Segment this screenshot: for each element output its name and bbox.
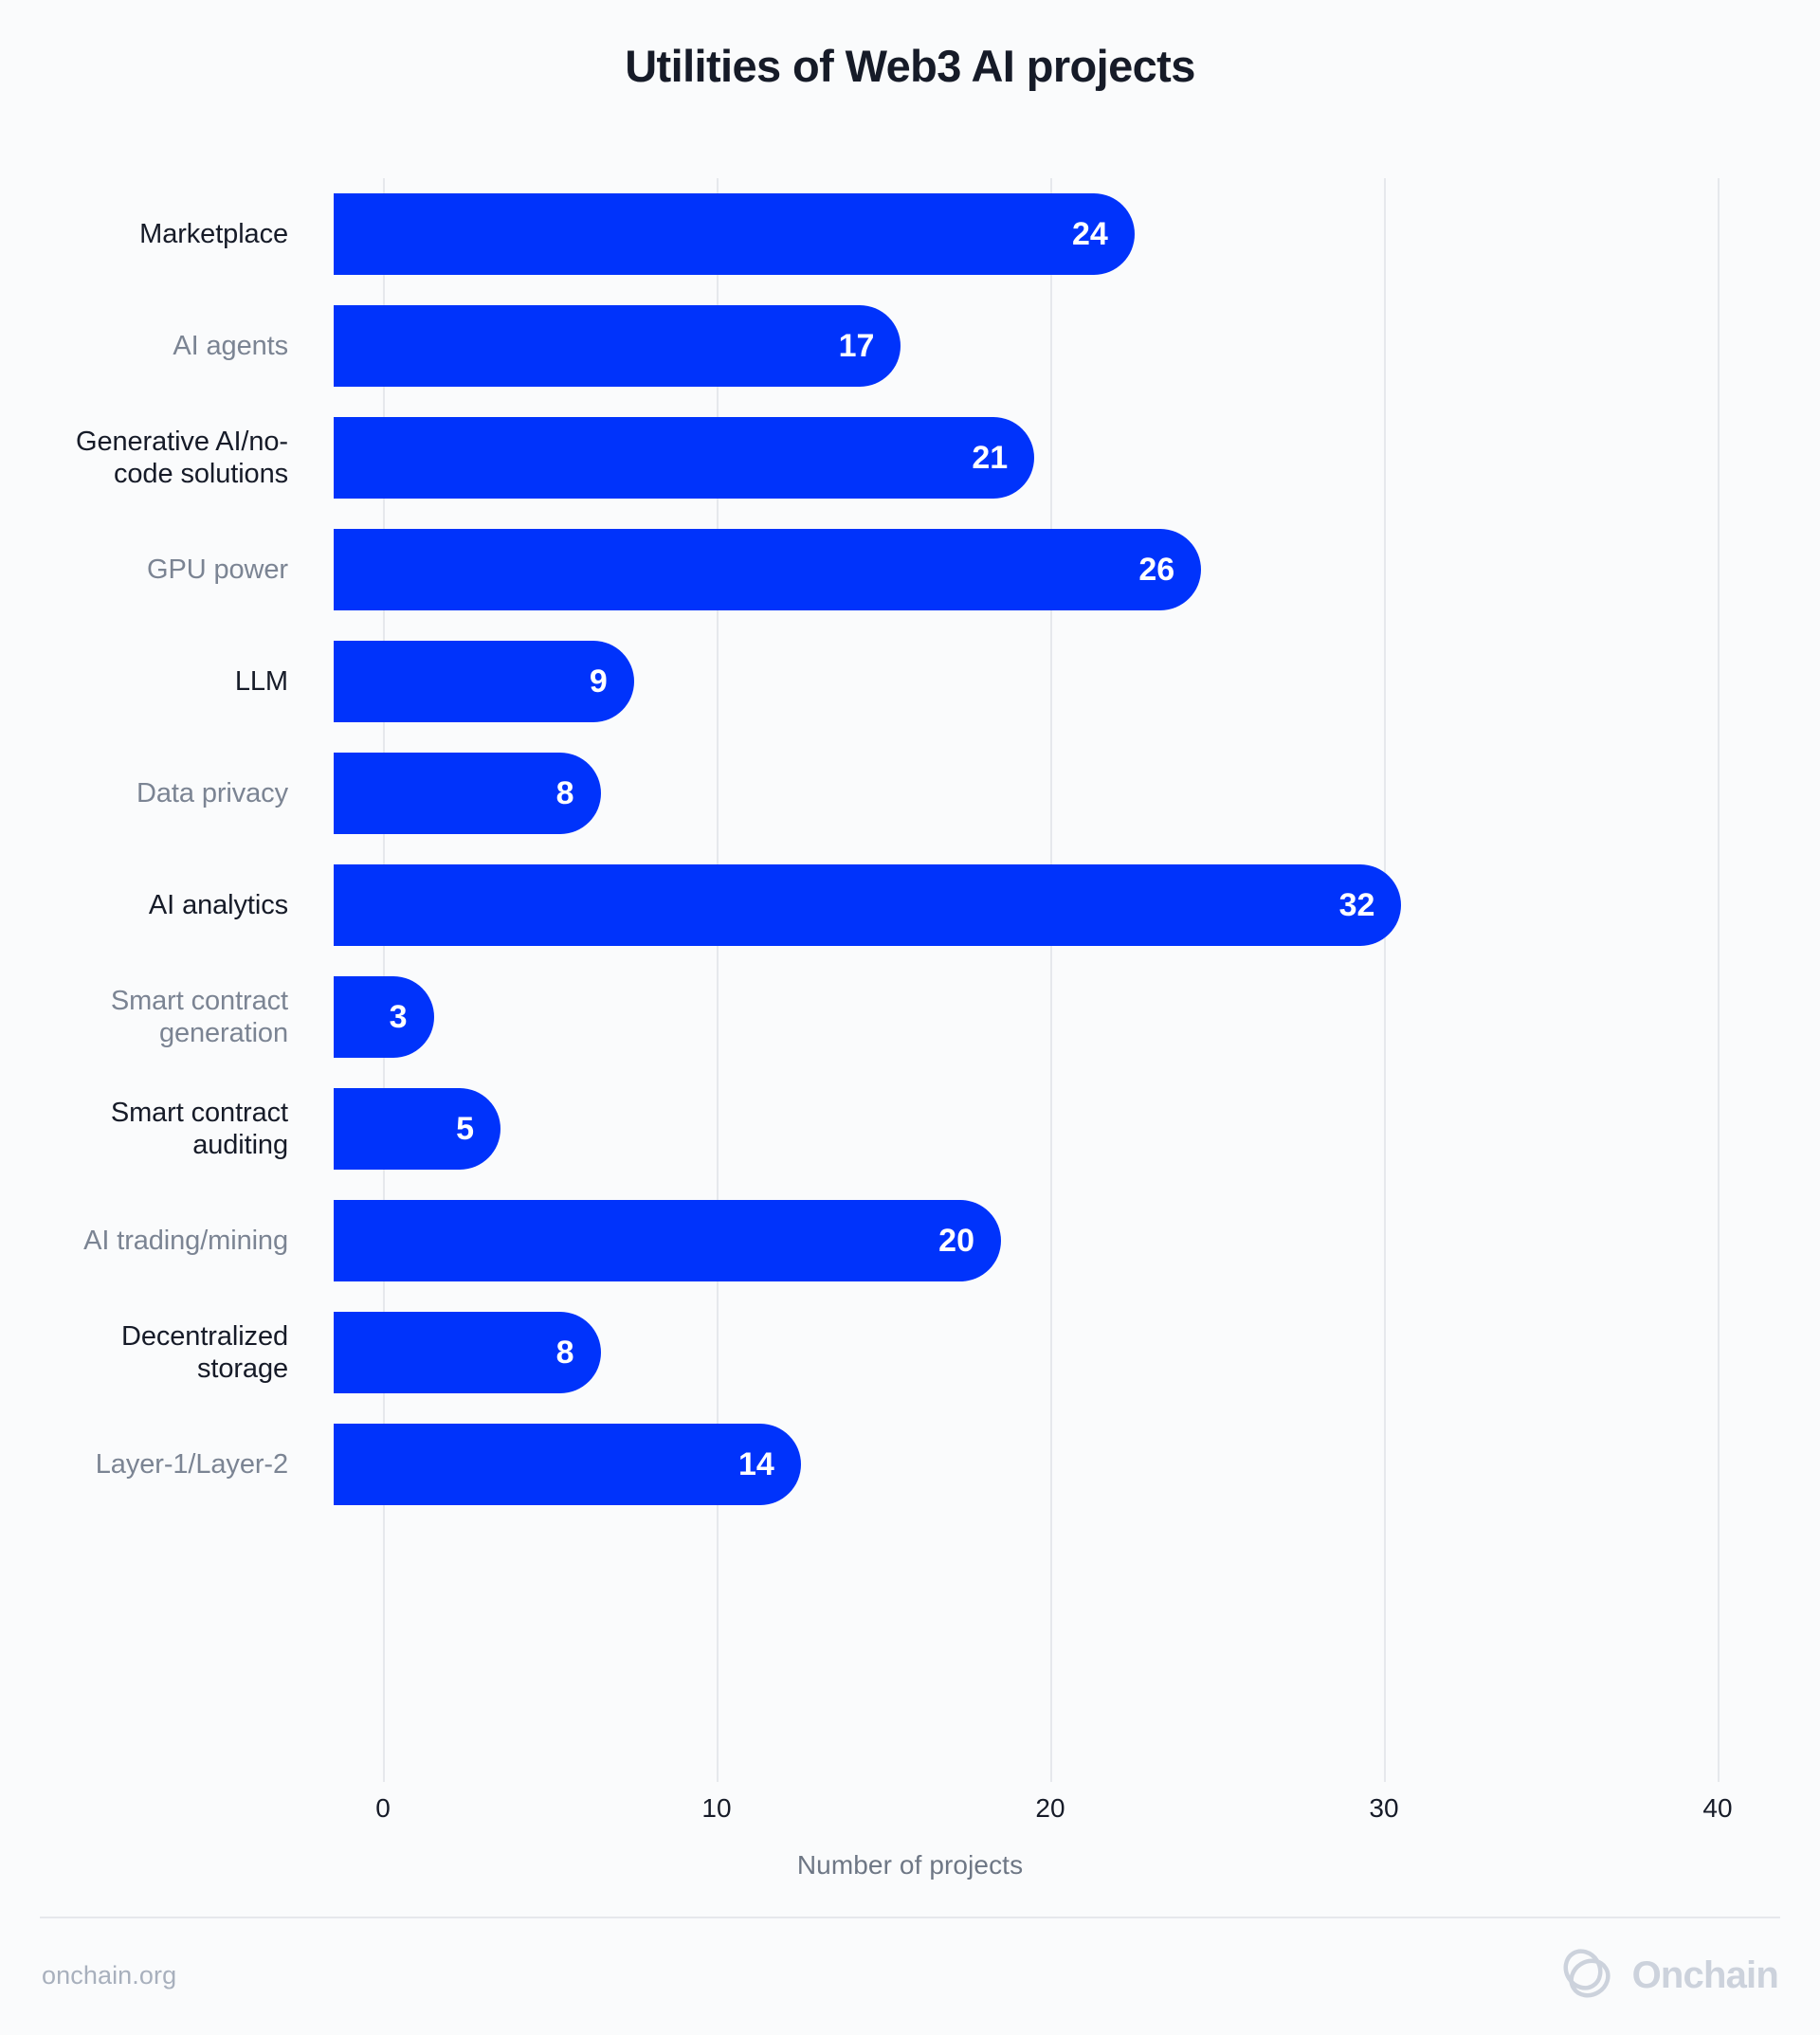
bar-track: 24: [334, 178, 1820, 290]
bar-value-label: 5: [456, 1110, 474, 1147]
bar-row: AI agents 17: [0, 290, 1820, 402]
category-label: Smart contract auditing: [110, 1097, 288, 1160]
chart-page: Utilities of Web3 AI projects Marketplac…: [0, 0, 1820, 2035]
bar-row: Generative AI/no- code solutions 21: [0, 402, 1820, 514]
bar-value-label: 20: [938, 1222, 974, 1259]
bar-value-label: 17: [838, 327, 875, 364]
bar-row: Data privacy 8: [0, 737, 1820, 849]
bar[interactable]: 17: [334, 305, 901, 387]
bar-value-label: 8: [555, 774, 574, 811]
bar-row: Marketplace 24: [0, 178, 1820, 290]
bar-track: 5: [334, 1073, 1820, 1185]
category-label: Marketplace: [139, 218, 288, 249]
bar-value-label: 9: [589, 663, 608, 700]
bar-row: Layer-1/Layer-2 14: [0, 1408, 1820, 1520]
category-label: Layer-1/Layer-2: [95, 1448, 288, 1480]
category-label: Decentralized storage: [120, 1320, 288, 1384]
bar-row: Decentralized storage 8: [0, 1297, 1820, 1408]
category-label: LLM: [234, 665, 288, 697]
category-label: GPU power: [147, 554, 288, 585]
onchain-loops-logo-icon: [1560, 1949, 1619, 2003]
bar[interactable]: 5: [334, 1088, 500, 1170]
bar-track: 9: [334, 626, 1820, 737]
bar[interactable]: 3: [334, 976, 434, 1058]
bar[interactable]: 8: [334, 1312, 601, 1393]
bar[interactable]: 26: [334, 529, 1202, 610]
category-label: Generative AI/no- code solutions: [76, 426, 288, 489]
category-label: Data privacy: [136, 777, 288, 809]
x-tick-label: 40: [1702, 1793, 1733, 1823]
bar-rows: Marketplace 24 AI agents 17 Generative AI/no…: [0, 178, 1820, 1520]
bar[interactable]: 20: [334, 1200, 1001, 1281]
bar-row: AI trading/mining 20: [0, 1185, 1820, 1297]
bar-row: LLM 9: [0, 626, 1820, 737]
bar-track: 17: [334, 290, 1820, 402]
bar-track: 20: [334, 1185, 1820, 1297]
x-axis-title: Number of projects: [796, 1850, 1024, 1880]
x-tick-label: 30: [1369, 1793, 1399, 1823]
bar-track: 8: [334, 737, 1820, 849]
category-label: AI analytics: [148, 889, 288, 920]
brand-logo: Onchain: [1560, 1949, 1779, 2003]
bar[interactable]: 9: [334, 641, 634, 722]
bar[interactable]: 14: [334, 1424, 801, 1505]
bar[interactable]: 8: [334, 753, 601, 834]
bar-value-label: 26: [1138, 551, 1175, 588]
bar-row: GPU power 26: [0, 514, 1820, 626]
x-tick-label: 10: [701, 1793, 732, 1823]
bar-track: 21: [334, 402, 1820, 514]
plot-area: Marketplace 24 AI agents 17 Generative AI/no…: [0, 178, 1820, 1790]
bar-track: 3: [334, 961, 1820, 1073]
brand-name: Onchain: [1631, 1954, 1779, 1996]
bar-row: Smart contract generation 3: [0, 961, 1820, 1073]
footer: onchain.org Onchain: [0, 1917, 1820, 2035]
category-label: AI trading/mining: [83, 1225, 288, 1256]
bar[interactable]: 21: [334, 417, 1035, 499]
bar-value-label: 3: [389, 998, 408, 1035]
bar-track: 26: [334, 514, 1820, 626]
bar-row: AI analytics 32: [0, 849, 1820, 961]
category-label: Smart contract generation: [110, 985, 288, 1048]
x-tick-label: 0: [375, 1793, 391, 1823]
page-title: Utilities of Web3 AI projects: [625, 41, 1195, 91]
bar-track: 14: [334, 1408, 1820, 1520]
bar[interactable]: 32: [334, 864, 1402, 946]
bar-value-label: 14: [737, 1445, 774, 1482]
bar-row: Smart contract auditing 5: [0, 1073, 1820, 1185]
bar-track: 8: [334, 1297, 1820, 1408]
bar-value-label: 8: [555, 1334, 574, 1371]
footer-site-url: onchain.org: [42, 1961, 177, 1990]
bar-value-label: 24: [1071, 215, 1108, 252]
x-axis-ticks: 0 10 20 30 40: [375, 1793, 1732, 1850]
bar-value-label: 32: [1338, 886, 1375, 923]
x-tick-label: 20: [1035, 1793, 1065, 1823]
bar[interactable]: 24: [334, 193, 1135, 275]
bar-track: 32: [334, 849, 1820, 961]
category-label: AI agents: [173, 330, 288, 361]
bar-value-label: 21: [972, 439, 1009, 476]
